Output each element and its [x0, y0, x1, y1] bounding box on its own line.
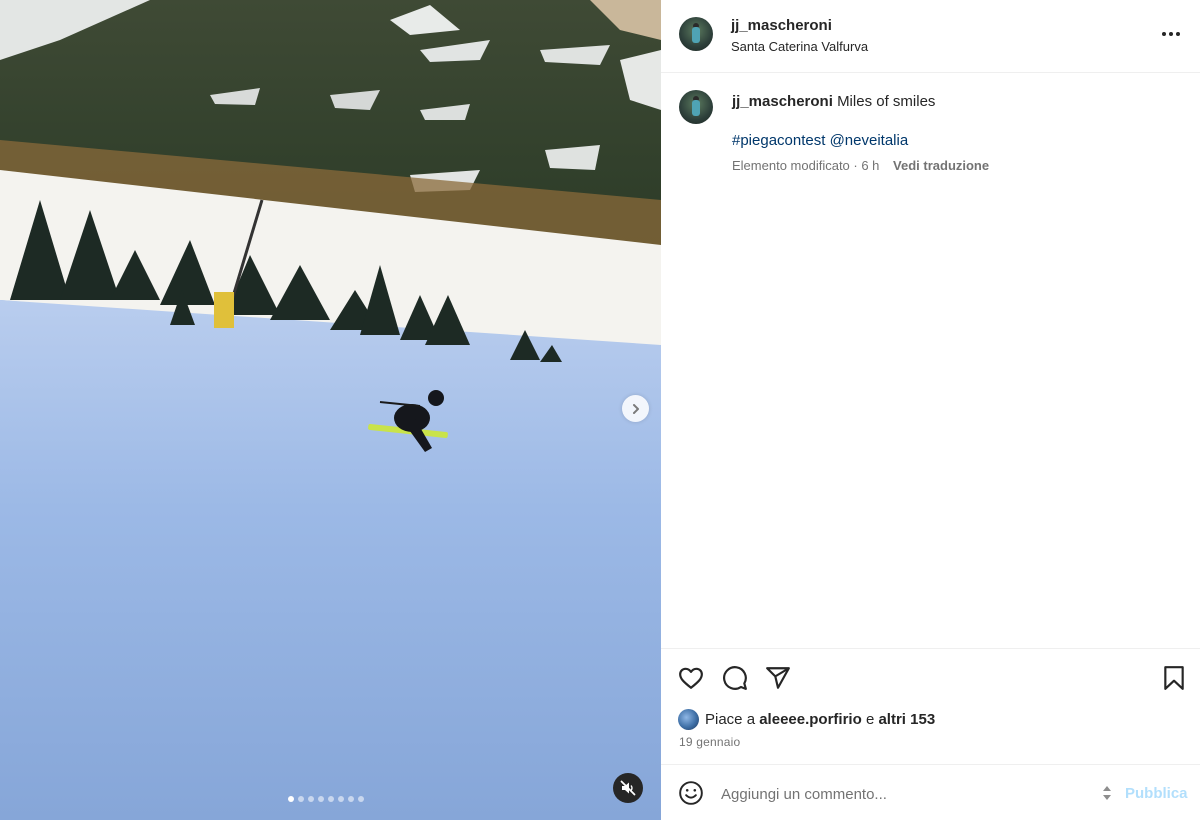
avatar[interactable] — [679, 17, 713, 51]
post-actions: Piace a aleeee.porfirio e altri 153 19 g… — [661, 648, 1200, 764]
post-location[interactable]: Santa Caterina Valfurva — [731, 39, 868, 54]
likes-prefix: Piace a — [705, 711, 756, 728]
caption-text: Miles of smiles — [837, 93, 936, 110]
sort-arrows — [1102, 785, 1112, 806]
hashtag-link[interactable]: #piegacontest — [732, 132, 825, 149]
mention-link[interactable]: @neveitalia — [830, 132, 909, 149]
carousel-dot — [298, 796, 304, 802]
ski-video-frame — [0, 0, 661, 820]
chevron-right-icon — [632, 403, 639, 414]
author-username[interactable]: jj_mascheroni — [731, 17, 832, 34]
share-button[interactable] — [765, 665, 791, 696]
carousel-dot — [328, 796, 334, 802]
carousel-next-button[interactable] — [622, 395, 649, 422]
mute-toggle-button[interactable] — [613, 773, 643, 803]
carousel-dot — [308, 796, 314, 802]
share-icon — [766, 667, 790, 689]
emoji-icon — [679, 781, 703, 805]
post-details-panel: jj_mascheroni Santa Caterina Valfurva jj… — [661, 0, 1200, 820]
likes-conjunction: e — [865, 711, 875, 728]
save-button[interactable] — [1161, 665, 1187, 696]
heart-icon — [679, 667, 703, 689]
more-options-button[interactable] — [1160, 26, 1182, 42]
bookmark-icon — [1164, 666, 1184, 690]
more-icon — [1162, 32, 1166, 36]
like-button[interactable] — [678, 665, 704, 696]
caption-username[interactable]: jj_mascheroni — [732, 93, 833, 110]
caption-meta: Elemento modificato · 6 h Vedi traduzion… — [732, 158, 989, 173]
caption-avatar[interactable] — [679, 90, 713, 124]
carousel-dot — [338, 796, 344, 802]
likes-summary: Piace a aleeee.porfirio e altri 153 — [678, 709, 935, 730]
emoji-button[interactable] — [678, 780, 704, 811]
publish-button[interactable]: Pubblica — [1125, 785, 1188, 802]
liker-username[interactable]: aleeee.porfirio — [759, 711, 862, 728]
see-translation-button[interactable]: Vedi traduzione — [893, 158, 989, 173]
carousel-dot — [318, 796, 324, 802]
comment-button[interactable] — [722, 665, 748, 696]
muted-speaker-icon — [620, 780, 636, 796]
carousel-indicator — [288, 796, 364, 802]
post-header: jj_mascheroni Santa Caterina Valfurva — [661, 0, 1200, 73]
likes-others-link[interactable]: altri 153 — [878, 711, 935, 728]
carousel-dot — [348, 796, 354, 802]
post-date[interactable]: 19 gennaio — [679, 735, 740, 749]
sort-arrows-icon — [1103, 786, 1111, 800]
comment-icon — [723, 666, 747, 690]
liker-avatar[interactable] — [678, 709, 699, 730]
comment-input[interactable] — [721, 782, 1081, 806]
carousel-dot — [358, 796, 364, 802]
edited-timestamp: Elemento modificato · 6 h — [732, 158, 880, 173]
comment-composer: Pubblica — [661, 764, 1200, 820]
caption-tags: #piegacontest @neveitalia — [732, 132, 908, 149]
carousel-dot — [288, 796, 294, 802]
caption-line: jj_mascheroni Miles of smiles — [732, 93, 935, 110]
post-media[interactable] — [0, 0, 661, 820]
